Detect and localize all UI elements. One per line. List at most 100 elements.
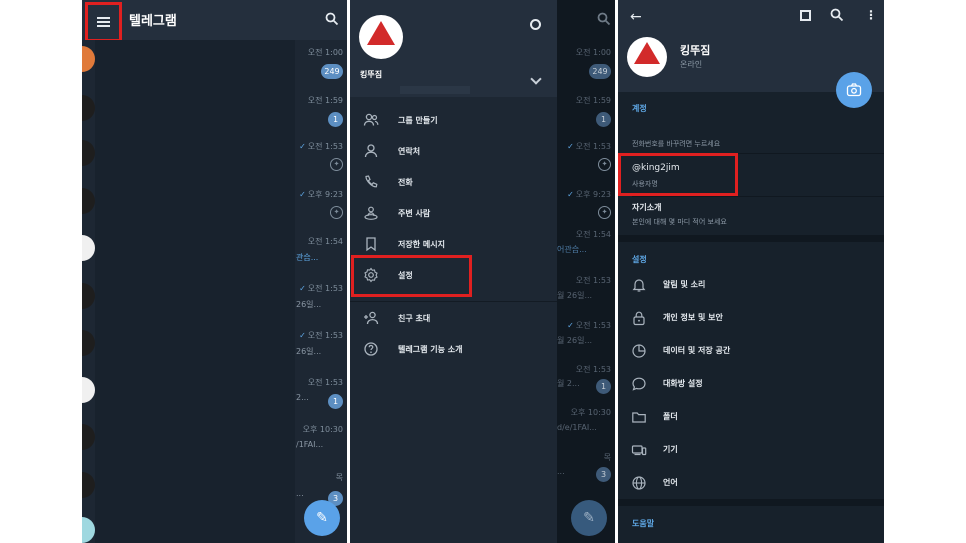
settings-item-language[interactable]: 언어 <box>618 466 884 499</box>
drawer-screen: 오전 1:00 249 오전 1:59 1 ✓ 오전 1:53 ✦ ✓ 오후 9:2… <box>350 0 615 543</box>
drawer-item-label: 그룹 만들기 <box>398 115 438 125</box>
chat-time: 오후 10:30 <box>302 425 343 434</box>
read-check-icon: ✓ <box>567 142 574 151</box>
read-check-icon: ✓ <box>299 331 306 340</box>
chat-time: 오후 9:23 <box>307 190 343 199</box>
chat-snippet: 월 2... <box>557 379 580 388</box>
chat-snippet: /1FAI... <box>296 440 324 449</box>
drawer-item-people-nearby[interactable]: 주변 사람 <box>350 198 557 228</box>
chat-snippet: 26일... <box>296 347 322 356</box>
drawer-item-label: 저장한 메시지 <box>398 239 445 249</box>
settings-item-chat-settings[interactable]: 대화방 설정 <box>618 367 884 400</box>
chat-row-meta[interactable]: 오전 1:53 1 <box>308 377 343 409</box>
chat-row-meta[interactable]: ✓ 오전 1:53 ✦ <box>299 141 343 171</box>
folder-icon <box>631 409 647 425</box>
chat-row-meta[interactable]: 오후 10:30 <box>303 424 343 435</box>
contact-icon <box>363 143 379 159</box>
chat-row-meta[interactable]: ✓ 오전 1:53 <box>299 283 343 294</box>
avatar[interactable] <box>359 15 403 59</box>
drawer-item-calls[interactable]: 전화 <box>350 167 557 197</box>
menu-button[interactable] <box>85 2 122 42</box>
chevron-down-icon[interactable] <box>530 73 542 85</box>
section-title-account: 계정 <box>632 104 647 113</box>
settings-screen: ← ⋮ 킹뚜짐 온라인 계정 전화번호를 바꾸려면 누르세요 @king2jim… <box>618 0 884 543</box>
chat-time: 오전 1:53 <box>307 142 343 151</box>
chat-row-meta: 오전 1:53 1 <box>576 364 611 394</box>
read-check-icon: ✓ <box>567 190 574 199</box>
chat-time: 오전 1:53 <box>575 142 611 151</box>
section-title-help: 도움말 <box>632 519 655 528</box>
settings-item-devices[interactable]: 기기 <box>618 433 884 466</box>
camera-icon <box>846 82 862 98</box>
search-icon[interactable] <box>325 12 339 26</box>
chat-snippet: ... <box>296 489 304 498</box>
account-phone-masked <box>400 86 470 94</box>
read-check-icon: ✓ <box>299 284 306 293</box>
drawer-header: 킹뚜짐 <box>350 0 557 97</box>
settings-item-privacy[interactable]: 개인 정보 및 보안 <box>618 301 884 334</box>
drawer-item-label: 주변 사람 <box>398 208 431 218</box>
dimmed-chat-list[interactable]: 오전 1:00 249 오전 1:59 1 ✓ 오전 1:53 ✦ ✓ 오후 9:2… <box>557 0 615 543</box>
read-check-icon: ✓ <box>299 190 306 199</box>
chat-row-meta: ✓ 오전 1:53 ✦ <box>567 141 611 171</box>
chat-row-meta[interactable]: 목 3 <box>328 472 343 506</box>
set-photo-button[interactable] <box>836 72 872 108</box>
chat-row-meta: ✓ 오전 1:53 <box>567 320 611 331</box>
section-separator <box>618 499 884 506</box>
drawer-item-label: 전화 <box>398 177 413 187</box>
chat-snippet: 어관습... <box>557 245 587 254</box>
compose-button: ✎ <box>571 500 607 536</box>
qr-code-icon[interactable] <box>800 10 811 21</box>
unread-badge: 1 <box>328 112 343 127</box>
drawer-item-invite-friends[interactable]: 친구 초대 <box>350 303 557 333</box>
bio-row[interactable]: 자기소개 본인에 대해 몇 마디 적어 보세요 <box>618 197 884 233</box>
chat-time: 오후 9:23 <box>575 190 611 199</box>
chat-row-meta: 오전 1:54 <box>576 229 611 240</box>
chat-snippet: 월 26일... <box>557 291 593 300</box>
drawer-item-telegram-features[interactable]: 텔레그램 기능 소개 <box>350 334 557 364</box>
chat-row-meta[interactable]: 오전 1:54 <box>308 236 343 247</box>
search-icon[interactable] <box>830 8 844 22</box>
phone-icon <box>363 174 379 190</box>
profile-status: 온라인 <box>680 60 703 69</box>
chat-row-meta: 목 3 <box>596 452 611 482</box>
pin-icon: ✦ <box>330 158 343 171</box>
settings-item-label: 대화방 설정 <box>663 379 703 388</box>
theme-toggle-icon[interactable] <box>530 19 541 30</box>
back-arrow-icon[interactable]: ← <box>630 9 642 25</box>
chat-snippet: 월 26일... <box>557 336 593 345</box>
bio-hint: 본인에 대해 몇 마디 적어 보세요 <box>632 218 727 226</box>
chat-snippet: 2... <box>296 393 309 402</box>
chat-row-meta: 오후 10:30 <box>571 407 611 418</box>
drawer-item-label: 텔레그램 기능 소개 <box>398 344 463 354</box>
chat-snippet: 26일... <box>296 300 322 309</box>
settings-item-notifications[interactable]: 알림 및 소리 <box>618 268 884 301</box>
drawer-item-label: 연락처 <box>398 146 421 156</box>
chat-time: 오전 1:59 <box>575 96 611 105</box>
drawer-item-new-group[interactable]: 그룹 만들기 <box>350 105 557 135</box>
chat-snippet: ... <box>557 467 565 476</box>
settings-item-folders[interactable]: 폴더 <box>618 400 884 433</box>
help-icon <box>363 341 379 357</box>
chat-row-meta[interactable]: ✓ 오전 1:53 <box>299 330 343 341</box>
profile-avatar[interactable] <box>627 37 667 77</box>
compose-button[interactable]: ✎ <box>304 500 340 536</box>
chat-row-meta[interactable]: ✓ 오후 9:23 ✦ <box>299 189 343 219</box>
phone-hint[interactable]: 전화번호를 바꾸려면 누르세요 <box>632 139 720 149</box>
chat-snippet: d/e/1FAI... <box>557 423 597 432</box>
chat-time: 오전 1:53 <box>575 276 611 285</box>
chat-row-meta[interactable]: 오전 1:59 1 <box>308 95 343 127</box>
settings-item-data-storage[interactable]: 데이터 및 저장 공간 <box>618 334 884 367</box>
drawer-item-contacts[interactable]: 연락처 <box>350 136 557 166</box>
more-vertical-icon[interactable]: ⋮ <box>865 8 877 22</box>
settings-item-label: 기기 <box>663 445 678 454</box>
chat-time: 목 <box>335 473 343 482</box>
chat-row-meta[interactable]: 오전 1:00 249 <box>308 47 343 79</box>
chat-row-meta: ✓ 오후 9:23 ✦ <box>567 189 611 219</box>
pin-icon: ✦ <box>598 206 611 219</box>
pie-chart-icon <box>631 343 647 359</box>
chat-time: 오전 1:59 <box>307 96 343 105</box>
app-title: 텔레그램 <box>129 14 177 29</box>
chat-time: 오전 1:54 <box>307 237 343 246</box>
profile-name: 킹뚜짐 <box>680 44 711 57</box>
